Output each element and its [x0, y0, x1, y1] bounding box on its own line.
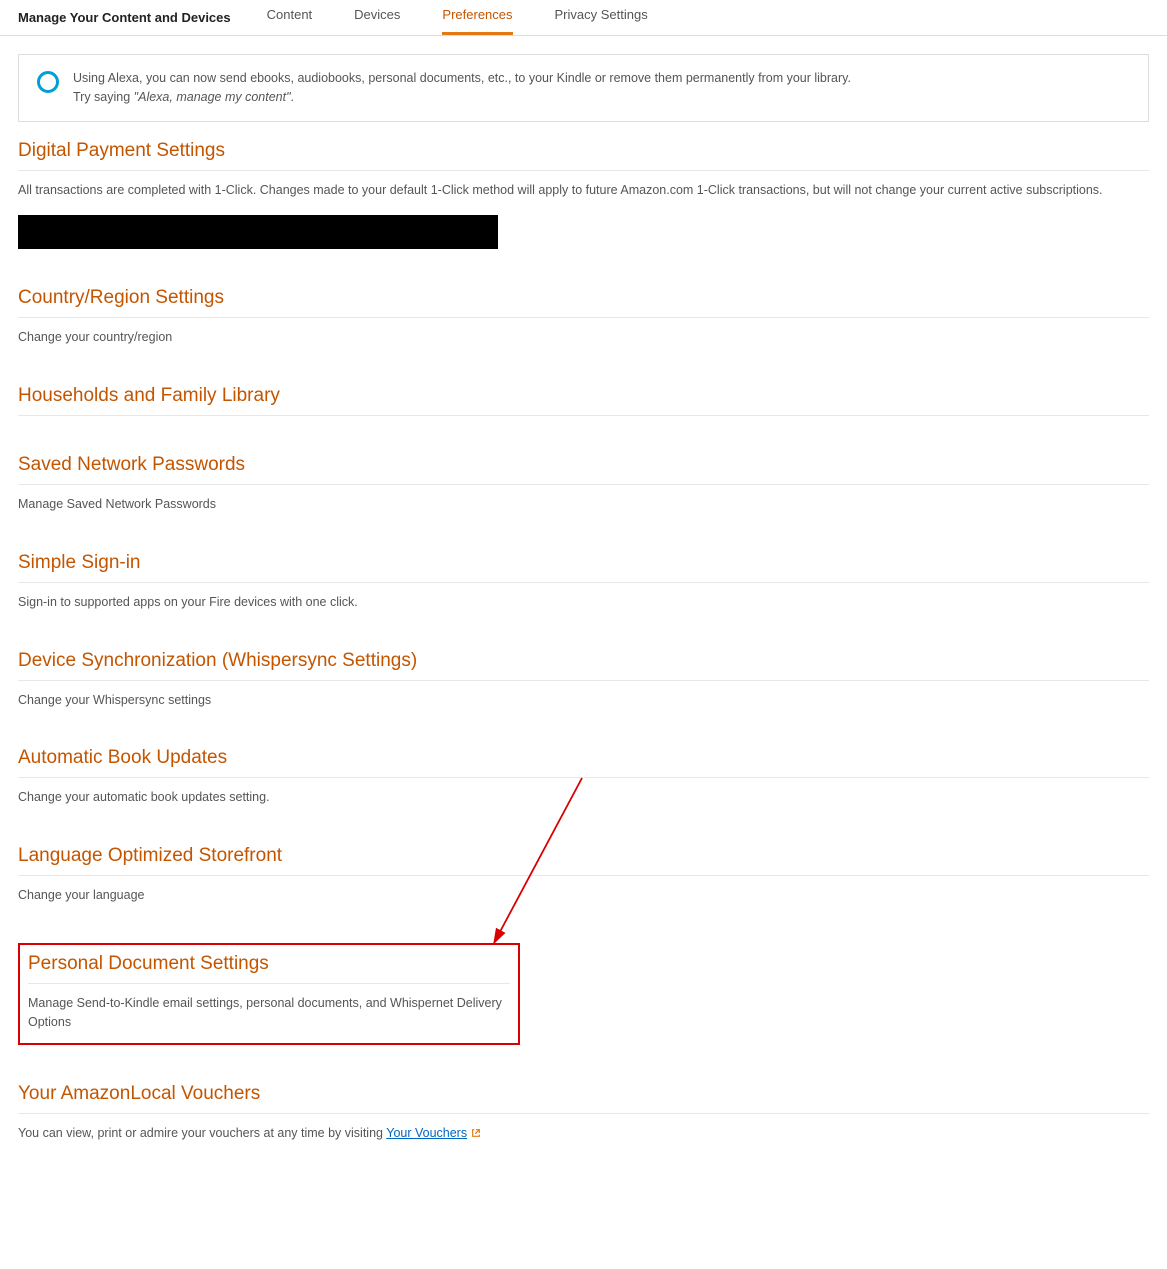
section-amazonlocal-vouchers: Your AmazonLocal Vouchers You can view, …: [18, 1083, 1149, 1143]
desc-auto-book-updates: Change your automatic book updates setti…: [18, 788, 1149, 807]
heading-digital-payment[interactable]: Digital Payment Settings: [18, 140, 1149, 171]
page-title: Manage Your Content and Devices: [18, 10, 231, 35]
heading-language-storefront[interactable]: Language Optimized Storefront: [18, 845, 1149, 876]
desc-simple-signin: Sign-in to supported apps on your Fire d…: [18, 593, 1149, 612]
heading-personal-document[interactable]: Personal Document Settings: [28, 953, 510, 984]
heading-country-region[interactable]: Country/Region Settings: [18, 287, 1149, 318]
heading-auto-book-updates[interactable]: Automatic Book Updates: [18, 747, 1149, 778]
external-link-icon: [471, 1128, 481, 1138]
desc-whispersync: Change your Whispersync settings: [18, 691, 1149, 710]
section-personal-document-highlighted: Personal Document Settings Manage Send-t…: [18, 943, 520, 1046]
desc-language-storefront: Change your language: [18, 886, 1149, 905]
your-vouchers-link[interactable]: Your Vouchers: [386, 1126, 467, 1140]
redacted-payment-block: [18, 215, 498, 249]
alexa-line2c: .: [291, 90, 294, 104]
heading-saved-network[interactable]: Saved Network Passwords: [18, 454, 1149, 485]
desc-digital-payment: All transactions are completed with 1-Cl…: [18, 181, 1149, 200]
tab-privacy-settings[interactable]: Privacy Settings: [555, 7, 648, 35]
desc-country-region: Change your country/region: [18, 328, 1149, 347]
heading-households[interactable]: Households and Family Library: [18, 385, 1149, 416]
main-content: Using Alexa, you can now send ebooks, au…: [0, 36, 1167, 1199]
section-whispersync: Device Synchronization (Whispersync Sett…: [18, 650, 1149, 710]
tab-bar: Content Devices Preferences Privacy Sett…: [267, 0, 648, 35]
alexa-phrase: "Alexa, manage my content": [134, 90, 291, 104]
section-auto-book-updates: Automatic Book Updates Change your autom…: [18, 747, 1149, 807]
alexa-line1: Using Alexa, you can now send ebooks, au…: [73, 71, 851, 85]
section-simple-signin: Simple Sign-in Sign-in to supported apps…: [18, 552, 1149, 612]
vouchers-desc-prefix: You can view, print or admire your vouch…: [18, 1126, 386, 1140]
section-households: Households and Family Library: [18, 385, 1149, 416]
alexa-banner-text: Using Alexa, you can now send ebooks, au…: [73, 69, 851, 107]
heading-amazonlocal-vouchers[interactable]: Your AmazonLocal Vouchers: [18, 1083, 1149, 1114]
heading-whispersync[interactable]: Device Synchronization (Whispersync Sett…: [18, 650, 1149, 681]
tab-preferences[interactable]: Preferences: [442, 7, 512, 35]
section-saved-network: Saved Network Passwords Manage Saved Net…: [18, 454, 1149, 514]
desc-amazonlocal-vouchers: You can view, print or admire your vouch…: [18, 1124, 1149, 1143]
desc-personal-document: Manage Send-to-Kindle email settings, pe…: [28, 994, 510, 1032]
desc-saved-network: Manage Saved Network Passwords: [18, 495, 1149, 514]
section-country-region: Country/Region Settings Change your coun…: [18, 287, 1149, 347]
alexa-ring-icon: [37, 71, 59, 93]
tab-content[interactable]: Content: [267, 7, 313, 35]
alexa-info-banner: Using Alexa, you can now send ebooks, au…: [18, 54, 1149, 122]
tab-devices[interactable]: Devices: [354, 7, 400, 35]
alexa-line2a: Try saying: [73, 90, 134, 104]
section-language-storefront: Language Optimized Storefront Change you…: [18, 845, 1149, 905]
top-navigation: Manage Your Content and Devices Content …: [0, 0, 1167, 36]
heading-simple-signin[interactable]: Simple Sign-in: [18, 552, 1149, 583]
section-digital-payment: Digital Payment Settings All transaction…: [18, 140, 1149, 250]
